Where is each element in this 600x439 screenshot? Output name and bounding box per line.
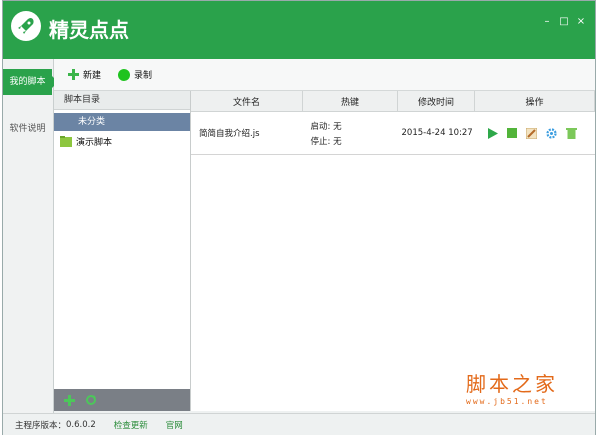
title-bar: 精灵点点 – □ × <box>3 1 595 59</box>
check-update-link[interactable]: 检查更新 <box>114 419 148 431</box>
play-icon[interactable] <box>487 127 498 139</box>
cell-hotkey: 启动: 无 停止: 无 <box>302 111 398 155</box>
side-nav: 我的脚本 软件说明 <box>3 59 58 414</box>
edit-icon[interactable] <box>525 127 537 139</box>
watermark: 脚本之家 www.jb51.net <box>466 368 558 406</box>
record-icon <box>118 68 130 81</box>
script-directory-panel: 脚本目录 未分类 演示脚本 <box>54 91 191 411</box>
folder-label: 未分类 <box>78 117 106 127</box>
close-button[interactable]: × <box>575 16 587 28</box>
cell-actions <box>474 111 595 155</box>
new-button[interactable]: 新建 <box>68 68 101 81</box>
add-folder-icon[interactable] <box>64 394 75 406</box>
cell-modified: 2015-4-24 10:27 <box>397 111 475 155</box>
minimize-button[interactable]: – <box>541 16 553 28</box>
directory-toolbar <box>54 389 190 411</box>
website-link[interactable]: 官网 <box>166 419 183 431</box>
refresh-icon[interactable] <box>85 394 97 406</box>
script-table: 文件名 热键 修改时间 操作 简简自我介绍.js 启动: 无 停止: 无 201… <box>191 91 595 155</box>
folder-icon <box>60 136 72 147</box>
folder-item-demo[interactable]: 演示脚本 <box>60 135 112 148</box>
hotkey-stop: 停止: 无 <box>310 136 342 147</box>
cell-filename: 简简自我介绍.js <box>191 111 303 155</box>
plus-icon <box>68 69 79 80</box>
col-modified: 修改时间 <box>397 91 475 112</box>
version-value: 0.6.0.2 <box>66 419 96 430</box>
toolbar: 新建 录制 <box>54 59 595 91</box>
col-filename: 文件名 <box>191 91 303 112</box>
rocket-logo-icon <box>11 11 41 41</box>
directory-header: 脚本目录 <box>54 91 190 110</box>
record-label: 录制 <box>134 71 153 81</box>
folder-item-uncategorized[interactable]: 未分类 <box>54 113 190 131</box>
nav-my-scripts[interactable]: 我的脚本 <box>3 69 52 95</box>
stop-icon[interactable] <box>506 128 517 138</box>
watermark-url: www.jb51.net <box>466 397 548 406</box>
record-button[interactable]: 录制 <box>118 68 152 81</box>
delete-icon[interactable] <box>565 127 577 139</box>
col-hotkey: 热键 <box>302 91 398 112</box>
watermark-title: 脚本之家 <box>466 372 558 396</box>
status-bar: 主程序版本： 0.6.0.2 检查更新 官网 <box>3 413 595 435</box>
col-actions: 操作 <box>474 91 595 112</box>
app-title: 精灵点点 <box>49 18 129 42</box>
script-list: 文件名 热键 修改时间 操作 简简自我介绍.js 启动: 无 停止: 无 201… <box>191 91 595 411</box>
folder-label: 演示脚本 <box>76 138 113 148</box>
maximize-button[interactable]: □ <box>558 16 570 28</box>
nav-software-doc[interactable]: 软件说明 <box>3 121 52 134</box>
version-label: 主程序版本： <box>15 420 67 431</box>
table-row[interactable]: 简简自我介绍.js 启动: 无 停止: 无 2015-4-24 10:27 <box>191 111 595 155</box>
settings-icon[interactable] <box>545 127 557 139</box>
hotkey-start: 启动: 无 <box>310 121 342 132</box>
new-label: 新建 <box>83 71 102 81</box>
